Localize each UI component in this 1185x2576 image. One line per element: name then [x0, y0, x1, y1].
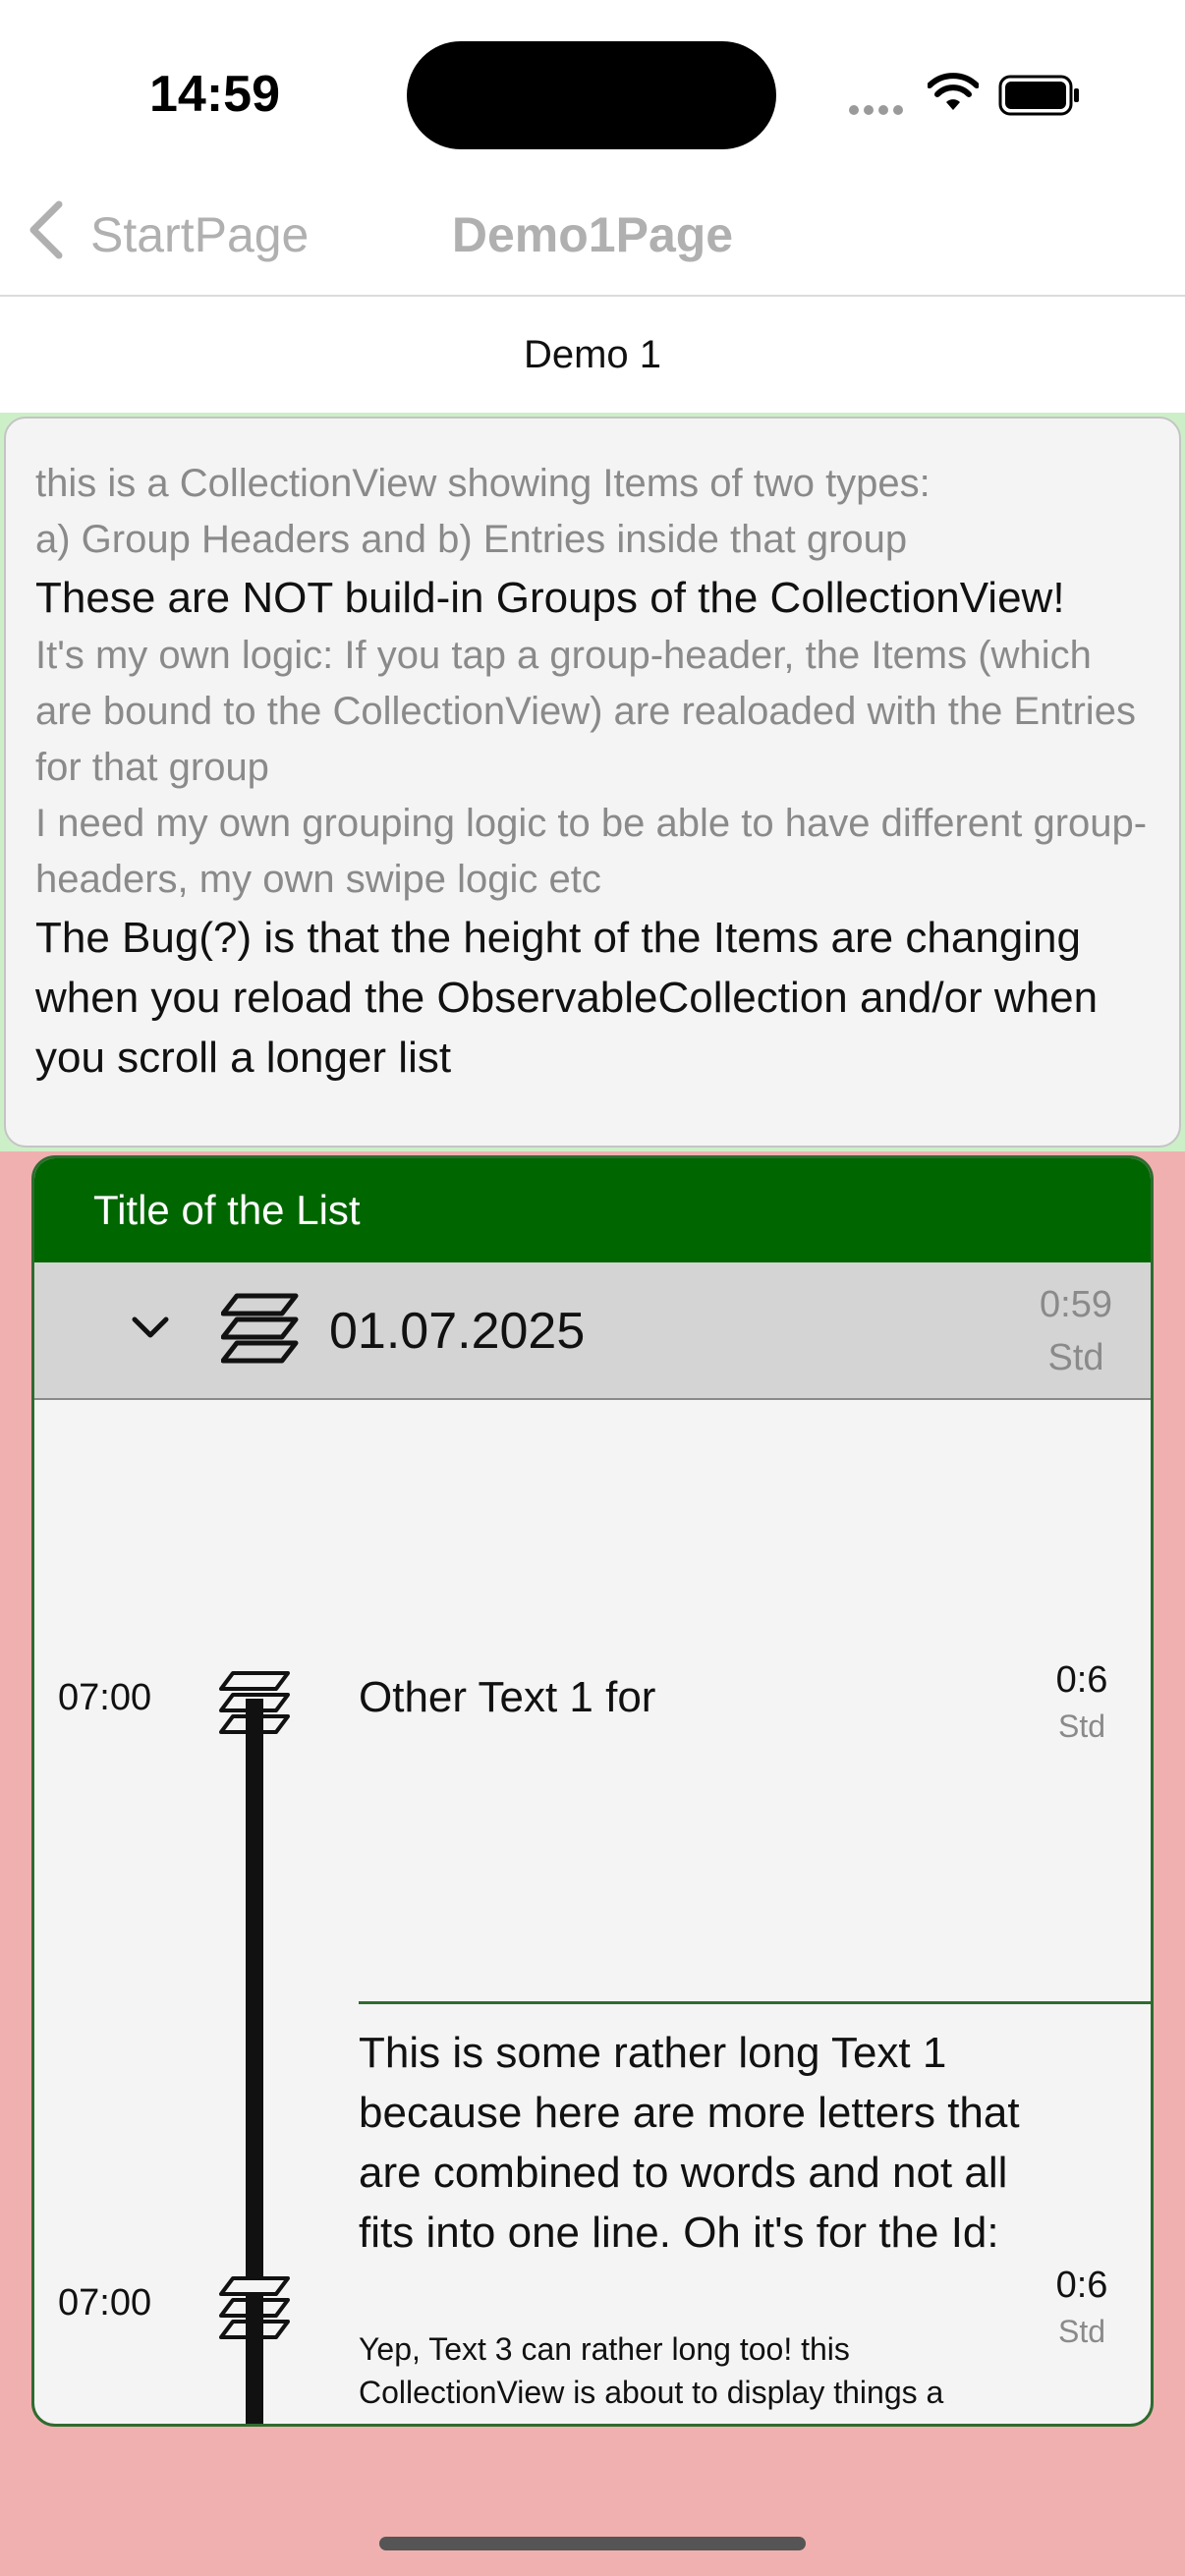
cellular-signal-icon — [849, 102, 908, 120]
entry-duration-unit: Std — [1057, 1708, 1106, 1744]
group-duration-unit: Std — [1047, 1337, 1104, 1378]
group-date: 01.07.2025 — [329, 1303, 586, 1360]
group-duration-value: 0:59 — [1040, 1284, 1112, 1325]
wifi-icon — [928, 73, 979, 110]
section-title: Demo 1 — [0, 297, 1185, 413]
entry-text[interactable]: This is some rather long Text 1 because … — [359, 2023, 1046, 2263]
description-card: this is a CollectionView showing Items o… — [4, 417, 1181, 1148]
description-highlight: These are NOT build-in Groups of the Col… — [35, 574, 1065, 622]
entry-time: 07:00 — [58, 2282, 152, 2324]
description-highlight: The Bug(?) is that the height of the Ite… — [35, 914, 1099, 1082]
entry-time: 07:00 — [58, 1677, 152, 1718]
entry-text[interactable]: Other Text 1 for — [359, 1667, 1046, 1727]
entry-separator — [359, 2001, 1151, 2004]
group-duration: 0:59 Std — [1027, 1278, 1125, 1384]
description-line: a) Group Headers and b) Entries inside t… — [35, 518, 908, 561]
group-header[interactable]: 01.07.2025 0:59 Std — [34, 1262, 1151, 1400]
chevron-down-icon — [132, 1316, 169, 1338]
description-line: this is a CollectionView showing Items o… — [35, 462, 931, 505]
description-line: It's my own logic: If you tap a group-he… — [35, 634, 1136, 789]
layers-icon — [219, 1671, 290, 1734]
status-time: 14:59 — [149, 66, 280, 123]
page-title: Demo1Page — [451, 207, 734, 262]
layers-icon — [221, 1293, 299, 1364]
home-indicator[interactable] — [379, 2537, 806, 2550]
list-title: Title of the List — [34, 1158, 1151, 1262]
battery-icon — [998, 75, 1079, 116]
collection-view[interactable]: Title of the List 01.07.2025 0:59 Std 07… — [31, 1155, 1154, 2427]
entry-duration-value: 0:6 — [1055, 1659, 1108, 1701]
entry-duration-unit: Std — [1057, 2314, 1106, 2349]
layers-icon — [219, 2276, 290, 2339]
entry-duration-value: 0:6 — [1055, 2265, 1108, 2306]
description-line: I need my own grouping logic to be able … — [35, 802, 1148, 901]
dynamic-island — [407, 41, 776, 149]
entry-subtext: Yep, Text 3 can rather long too! this Co… — [359, 2331, 944, 2410]
